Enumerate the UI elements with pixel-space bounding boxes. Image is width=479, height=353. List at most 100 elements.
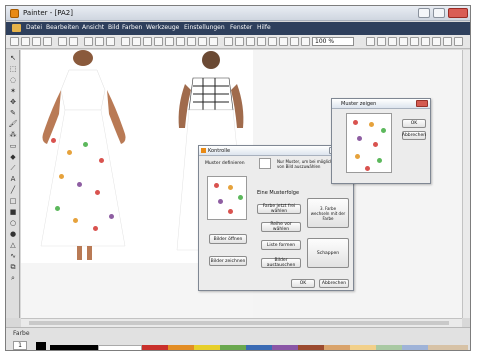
menu-farben[interactable]: Farben <box>122 24 142 31</box>
save-icon[interactable] <box>32 37 41 46</box>
filled-rect-tool-icon[interactable]: ■ <box>8 208 18 217</box>
filter-icon[interactable] <box>290 37 299 46</box>
undo-icon[interactable] <box>58 37 67 46</box>
polygon-tool-icon[interactable]: △ <box>8 241 18 250</box>
select-icon[interactable] <box>121 37 130 46</box>
copy-icon[interactable] <box>95 37 104 46</box>
pattern-cancel-button[interactable]: Abbrechen <box>402 131 426 140</box>
picker-icon[interactable] <box>187 37 196 46</box>
open-images-button[interactable]: Bilder öffnen <box>209 234 247 244</box>
color-swatch-tan[interactable] <box>324 345 350 350</box>
brush-size-field[interactable]: 1 <box>13 341 27 350</box>
eraser-icon[interactable] <box>176 37 185 46</box>
target-icon[interactable] <box>432 37 441 46</box>
color-swatch-cream[interactable] <box>350 345 376 350</box>
color-swatch-red[interactable] <box>142 345 168 350</box>
text-tool-icon[interactable]: A <box>8 175 18 184</box>
move-tool-icon[interactable]: ✥ <box>8 98 18 107</box>
color-swatch-blue[interactable] <box>246 345 272 350</box>
info-icon[interactable] <box>268 37 277 46</box>
view-icon[interactable] <box>388 37 397 46</box>
lasso-tool-icon[interactable]: ◌ <box>8 76 18 85</box>
clone-tool-icon[interactable]: ⧉ <box>8 263 18 272</box>
palette-icon[interactable] <box>301 37 310 46</box>
cancel-button[interactable]: Abbrechen <box>319 279 349 288</box>
curve-tool-icon[interactable]: ∿ <box>8 252 18 261</box>
paste-icon[interactable] <box>106 37 115 46</box>
color-swatch-beige[interactable] <box>428 345 468 350</box>
camera-icon[interactable] <box>410 37 419 46</box>
color-swatch-lightblue[interactable] <box>402 345 428 350</box>
pencil-tool-icon[interactable]: ✎ <box>8 109 18 118</box>
marquee-tool-icon[interactable]: ⬚ <box>8 65 18 74</box>
settings-icon[interactable] <box>257 37 266 46</box>
eye-icon[interactable] <box>421 37 430 46</box>
flip-list-button[interactable]: Liste formen <box>261 240 301 250</box>
select-color-button[interactable]: Farbe jetzt frei wählen <box>257 204 301 214</box>
crop-icon[interactable] <box>132 37 141 46</box>
brush-icon[interactable] <box>165 37 174 46</box>
horizontal-scrollbar[interactable] <box>21 318 462 327</box>
app-menu-icon[interactable] <box>12 24 21 32</box>
minimize-button[interactable] <box>418 8 430 18</box>
zoom-tool-icon[interactable]: ⌕ <box>8 274 18 283</box>
close-button[interactable] <box>448 8 468 18</box>
color-preview-box[interactable] <box>259 158 271 169</box>
alternate-row-button[interactable]: Reihe vor wählen <box>261 222 301 232</box>
layer-icon[interactable] <box>209 37 218 46</box>
color-swatch-yellow[interactable] <box>194 345 220 350</box>
window-icon[interactable] <box>366 37 375 46</box>
zoom-in-icon[interactable] <box>224 37 233 46</box>
export-icon[interactable] <box>454 37 463 46</box>
grid-icon[interactable] <box>198 37 207 46</box>
zoom-field[interactable]: 100 % <box>312 37 354 46</box>
menu-datei[interactable]: Datei <box>26 24 42 31</box>
maximize-button[interactable] <box>433 8 445 18</box>
menu-bild[interactable]: Bild <box>108 24 119 31</box>
color-swatch-brown[interactable] <box>298 345 324 350</box>
change-color-button[interactable]: 3. Farbe wechseln mit der Farbe <box>307 198 349 228</box>
menu-hilfe[interactable]: Hilfe <box>257 24 271 31</box>
draw-images-button[interactable]: Bilder zeichnen <box>209 256 247 266</box>
pattern-ok-button[interactable]: OK <box>402 119 426 128</box>
split-button[interactable]: Schappen <box>307 238 349 268</box>
zoom-out-icon[interactable] <box>235 37 244 46</box>
color-swatch-sage[interactable] <box>376 345 402 350</box>
color-swatch-orange[interactable] <box>168 345 194 350</box>
redo-icon[interactable] <box>69 37 78 46</box>
menu-ansicht[interactable]: Ansicht <box>82 24 104 31</box>
brush-tool-icon[interactable]: 🖌 <box>8 120 18 129</box>
cut-icon[interactable] <box>84 37 93 46</box>
eyedropper-tool-icon[interactable]: ⟋ <box>8 164 18 173</box>
color-swatch-black[interactable] <box>50 345 98 350</box>
highlight-icon[interactable] <box>399 37 408 46</box>
fill-icon[interactable] <box>154 37 163 46</box>
open-icon[interactable] <box>21 37 30 46</box>
text-icon[interactable] <box>143 37 152 46</box>
line-tool-icon[interactable]: ╱ <box>8 186 18 195</box>
swap-images-button[interactable]: Bilder austauschen <box>261 258 301 268</box>
menu-bearbeiten[interactable]: Bearbeiten <box>46 24 79 31</box>
filled-ellipse-tool-icon[interactable]: ● <box>8 230 18 239</box>
foreground-color-swatch[interactable] <box>36 342 46 350</box>
ok-button[interactable]: OK <box>291 279 315 288</box>
delete-icon[interactable] <box>246 37 255 46</box>
print-icon[interactable] <box>43 37 52 46</box>
image-icon[interactable] <box>279 37 288 46</box>
eraser-tool-icon[interactable]: ▭ <box>8 142 18 151</box>
airbrush-tool-icon[interactable]: ⁂ <box>8 131 18 140</box>
color-swatch-purple[interactable] <box>272 345 298 350</box>
menu-fenster[interactable]: Fenster <box>230 24 252 31</box>
menu-einstellungen[interactable]: Einstellungen <box>184 24 225 31</box>
vertical-scrollbar[interactable] <box>462 50 470 318</box>
horizontal-scroll-thumb[interactable] <box>29 321 449 325</box>
pointer-tool-icon[interactable]: ↖ <box>8 54 18 63</box>
pattern-dialog-close-button[interactable] <box>416 100 428 107</box>
ellipse-tool-icon[interactable]: ○ <box>8 219 18 228</box>
menu-werkzeuge[interactable]: Werkzeuge <box>146 24 179 31</box>
plus-icon[interactable] <box>443 37 452 46</box>
color-swatch-white[interactable] <box>98 345 142 350</box>
search-icon[interactable] <box>377 37 386 46</box>
new-icon[interactable] <box>10 37 19 46</box>
fill-tool-icon[interactable]: ◆ <box>8 153 18 162</box>
